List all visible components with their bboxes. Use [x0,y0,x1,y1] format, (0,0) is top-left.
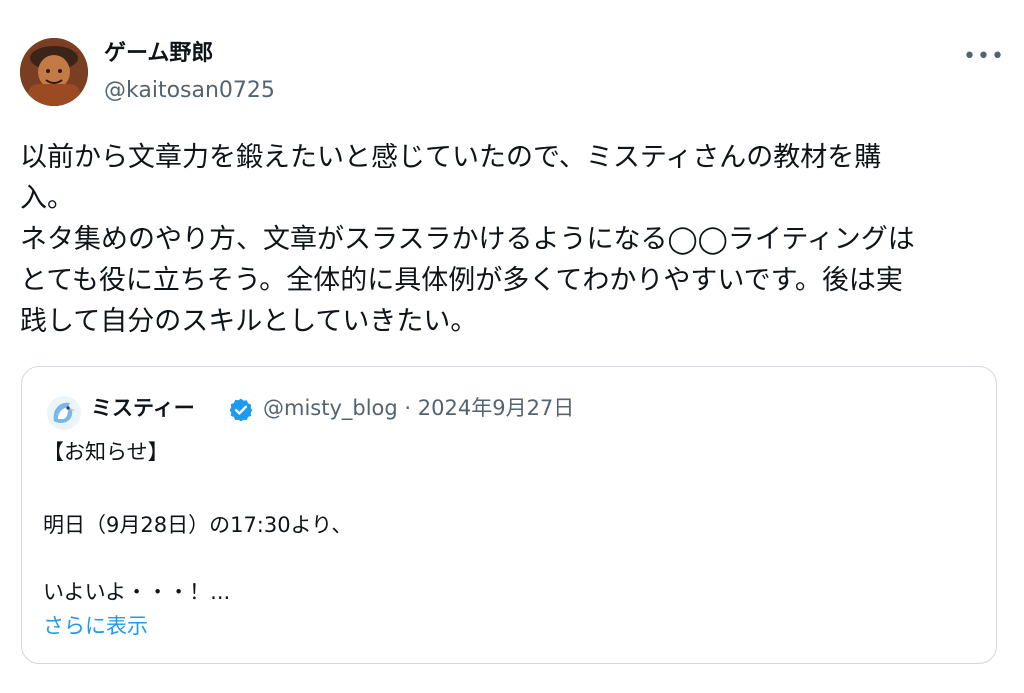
author-display-name[interactable]: ゲーム野郎 [104,40,213,68]
tweet-text-line: 以前から文章力を鍛えたいと感じていたので、ミスティさんの教材を購 [20,142,882,173]
quote-display-name[interactable]: ミスティー [91,394,195,422]
tweet-text-line: 入。 [20,183,74,214]
tweet-text-line: ネタ集めのやり方、文章がスラスラかけるようになる◯◯ライティングは [20,224,915,255]
more-horizontal-icon: ••• [963,43,1005,69]
tweet-text-line: 践して自分のスキルとしていきたい。 [20,306,478,337]
quote-text-line: 明日（9月28日）の17:30より、 [43,513,353,537]
more-options-button[interactable]: ••• [963,38,1005,74]
verified-badge-icon [228,397,254,423]
quote-text-line: いよいよ・・・！... [43,580,231,604]
quote-text-line: 【お知らせ】 [43,440,169,464]
tweet-text: 以前から文章力を鍛えたいと感じていたので、ミスティさんの教材を購 入。 ネタ集め… [20,137,1005,342]
author-handle[interactable]: @kaitosan0725 [104,77,275,105]
quote-handle-and-date[interactable]: @misty_blog · 2024年9月27日 [263,394,574,422]
quote-avatar-icon[interactable] [46,395,82,431]
show-more-link[interactable]: さらに表示 [43,612,148,640]
tweet-text-line: とても役に立ちそう。全体的に具体例が多くてわかりやすいです。後は実 [20,265,903,296]
quoted-tweet-card[interactable]: ミスティー @misty_blog · 2024年9月27日 【お知らせ】 明日… [21,366,997,664]
tweet: ゲーム野郎 @kaitosan0725 ••• 以前から文章力を鍛えたいと感じて… [0,0,1024,693]
user-avatar-icon[interactable] [20,38,88,106]
